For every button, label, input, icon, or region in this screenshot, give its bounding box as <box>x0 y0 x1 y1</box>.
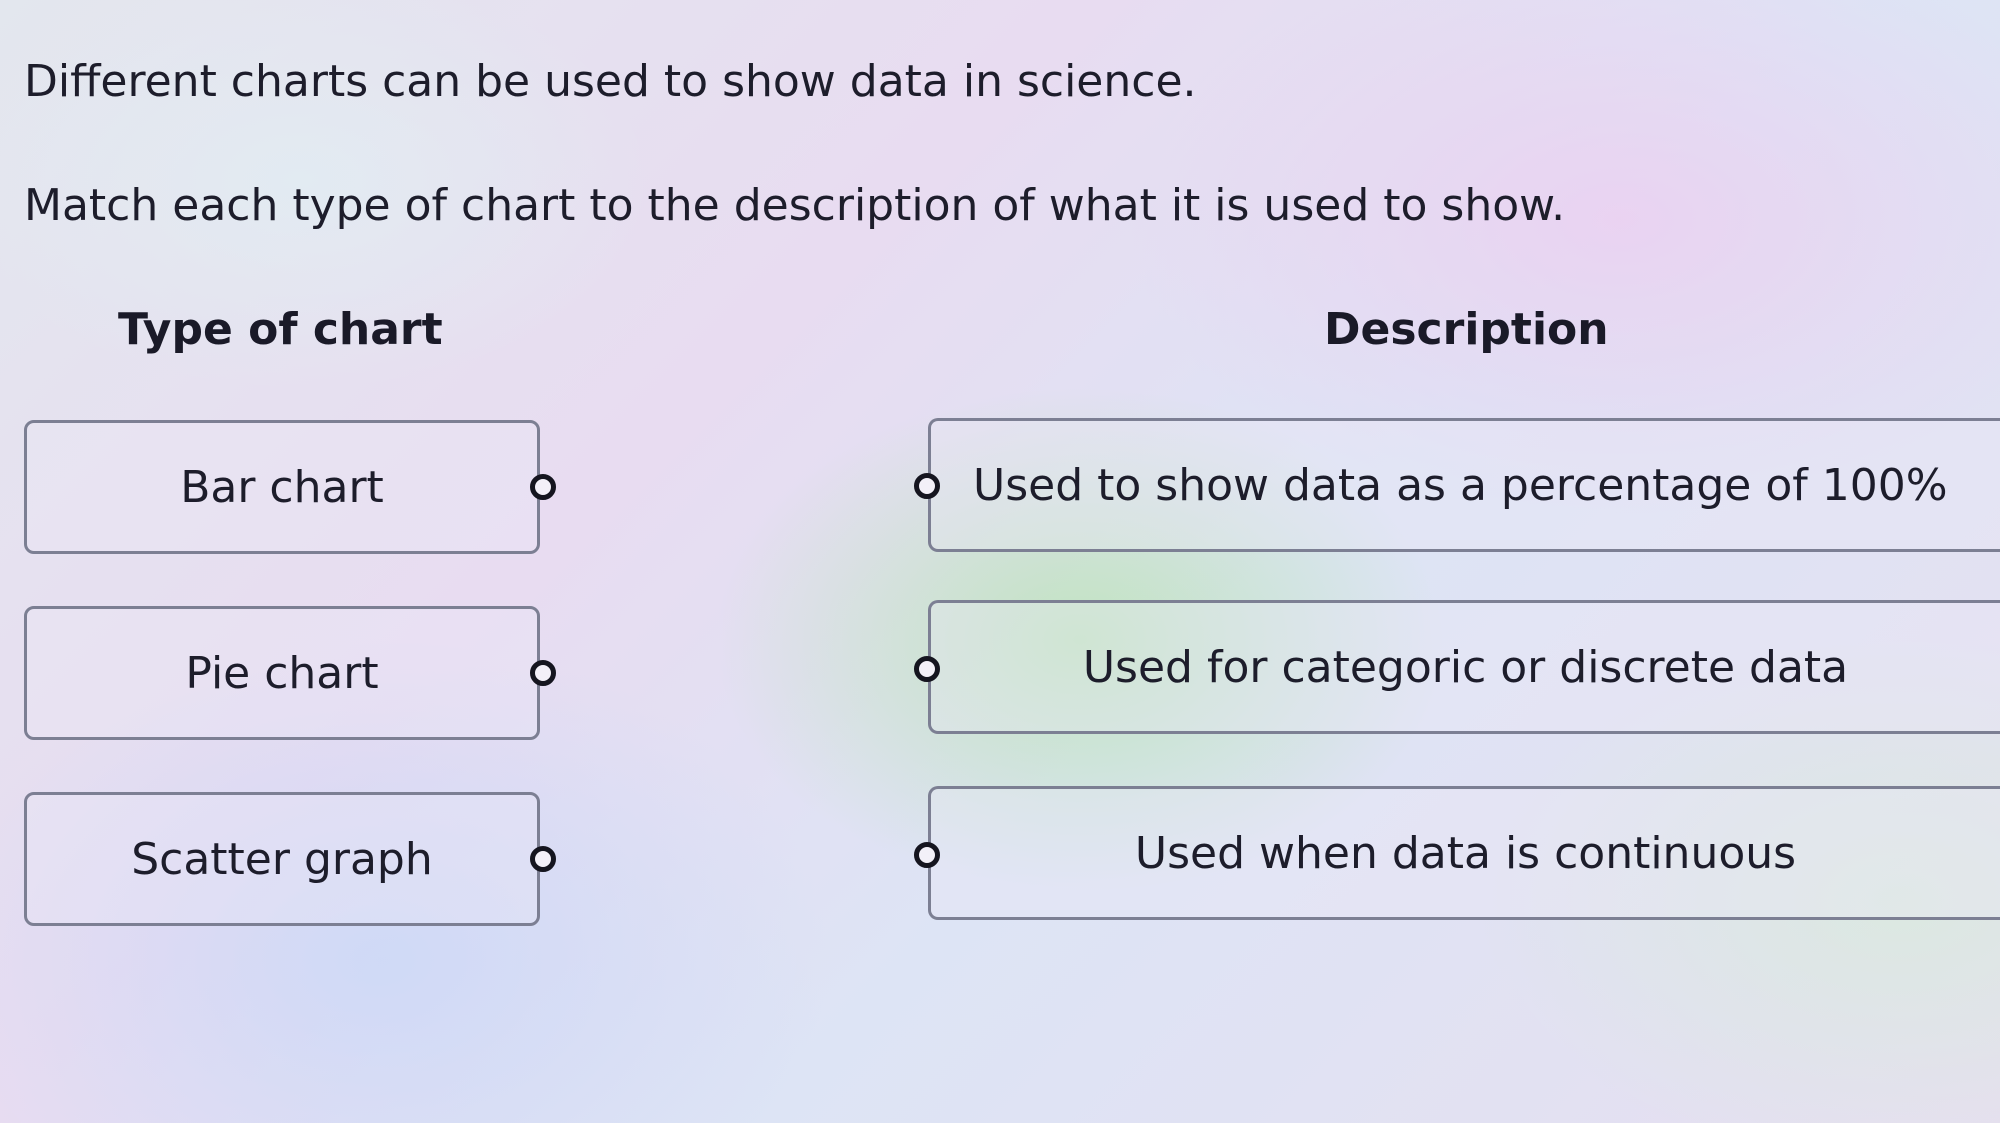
connector-dot-icon[interactable] <box>530 846 556 872</box>
chart-type-label: Bar chart <box>180 461 384 513</box>
description-card-continuous[interactable]: Used when data is continuous <box>928 786 2000 920</box>
connector-dot-icon[interactable] <box>530 660 556 686</box>
instruction-text: Match each type of chart to the descript… <box>24 180 1566 231</box>
column-header-description: Description <box>1324 304 1609 355</box>
description-label: Used for categoric or discrete data <box>1082 641 1849 693</box>
description-label: Used when data is continuous <box>1134 827 1797 879</box>
chart-type-card-pie-chart[interactable]: Pie chart <box>24 606 540 740</box>
chart-type-card-scatter-graph[interactable]: Scatter graph <box>24 792 540 926</box>
description-card-categoric[interactable]: Used for categoric or discrete data <box>928 600 2000 734</box>
chart-type-label: Pie chart <box>185 647 379 699</box>
chart-type-label: Scatter graph <box>131 833 433 885</box>
connector-dot-icon[interactable] <box>914 842 940 868</box>
description-label: Used to show data as a percentage of 100… <box>973 459 1948 511</box>
intro-text: Different charts can be used to show dat… <box>24 56 1197 107</box>
connector-dot-icon[interactable] <box>914 473 940 499</box>
chart-type-card-bar-chart[interactable]: Bar chart <box>24 420 540 554</box>
description-card-percentage[interactable]: Used to show data as a percentage of 100… <box>928 418 2000 552</box>
connector-dot-icon[interactable] <box>530 474 556 500</box>
column-header-type-of-chart: Type of chart <box>118 304 443 355</box>
connector-dot-icon[interactable] <box>914 656 940 682</box>
